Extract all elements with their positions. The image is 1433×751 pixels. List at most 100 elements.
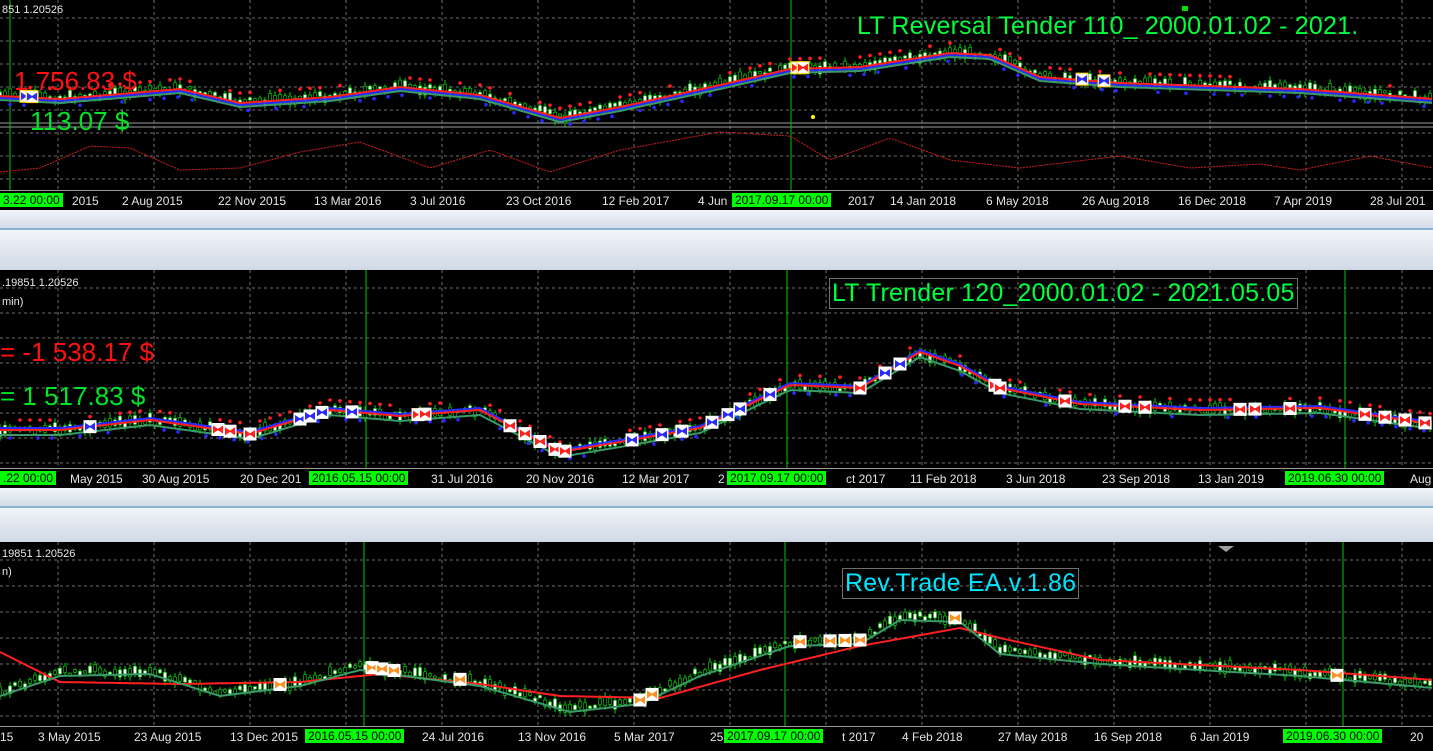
price-candle [908, 52, 912, 60]
price-candle [1018, 649, 1022, 654]
axis-label: 23 Oct 2016 [506, 194, 572, 208]
axis-label: 3 May 2015 [38, 730, 101, 744]
ma-line-fast [0, 52, 1433, 120]
price-candle [888, 616, 892, 625]
price-candle [218, 689, 222, 696]
price-candle [758, 647, 762, 655]
axis-tag: 2016.05.15 00:00 [309, 471, 409, 485]
price-candle [548, 109, 552, 115]
signal-dot [1408, 408, 1412, 413]
axis-label: 30 Aug 2015 [142, 472, 210, 486]
signal-dot [1366, 100, 1370, 104]
axis-tag: 2016.05.15 00:00 [305, 729, 405, 743]
price-candle [73, 669, 77, 673]
signal-dot [628, 428, 632, 433]
chart-panel-2[interactable]: .19851 1.20526 min) LT Trender 120_2000.… [0, 270, 1433, 468]
signal-dot [190, 98, 194, 102]
signal-dot [1228, 74, 1232, 79]
title-marker [1182, 6, 1188, 11]
signal-dot [680, 99, 684, 104]
price-candle [258, 682, 262, 690]
price-candle [538, 695, 542, 699]
signal-dot [1016, 73, 1020, 78]
signal-dot [638, 108, 642, 113]
signal-dot [974, 381, 978, 385]
signal-dot [1408, 426, 1412, 431]
signal-dot [18, 418, 22, 422]
axis-label: 27 May 2018 [998, 730, 1068, 744]
signal-dot [1378, 404, 1382, 409]
signal-dot [1352, 99, 1356, 103]
price-candle [588, 705, 592, 709]
price-candle [733, 74, 737, 82]
price-candle [518, 692, 522, 697]
axis-label: 13 Dec 2015 [230, 730, 299, 744]
axis-label: 20 [1410, 730, 1424, 744]
chart-panel-3[interactable]: 19851 1.20526 n) Rev.Trade EA.v.1.86 [0, 542, 1433, 726]
signal-dot [274, 432, 278, 436]
price-candle [368, 85, 372, 90]
chart-panel-1[interactable]: 851 1.20526 LT Reversal Tender 110_ 2000… [0, 0, 1433, 190]
signal-dot [400, 93, 404, 97]
price-candle [613, 102, 617, 107]
price-candle [903, 55, 907, 59]
axis-label: 5 Mar 2017 [614, 730, 675, 744]
price-candle [253, 98, 257, 102]
timeframe-label: min) [2, 296, 24, 308]
signal-dot [238, 91, 242, 95]
price-candle [223, 689, 227, 693]
signal-dot [1310, 414, 1314, 418]
signal-dot [158, 409, 162, 414]
signal-dot [806, 391, 810, 396]
signal-dot [414, 421, 418, 425]
price-candle [253, 686, 257, 690]
signal-dot [1338, 98, 1342, 102]
signal-dot [1100, 87, 1104, 92]
signal-dot [1226, 415, 1230, 420]
signal-dot [338, 83, 342, 88]
axis-label: 3 Jun 2018 [1006, 472, 1066, 486]
signal-dot [498, 408, 502, 413]
price-candle [578, 700, 582, 708]
signal-dot [1008, 378, 1012, 382]
price-candle [1058, 652, 1062, 658]
price-candle [433, 675, 437, 679]
price-candle [1043, 71, 1047, 76]
signal-dot [260, 436, 264, 441]
signal-dot [428, 78, 432, 82]
signal-dot [1138, 395, 1142, 399]
signal-dot [1324, 415, 1328, 419]
signal-dot [22, 103, 26, 107]
signal-dot [188, 79, 192, 84]
price-candle [618, 101, 622, 107]
price-candle [243, 684, 247, 693]
axis-label: 6 Jan 2019 [1190, 730, 1250, 744]
time-axis-3: 15 3 May 2015 23 Aug 2015 13 Dec 2015 20… [0, 726, 1433, 751]
price-candle [158, 669, 162, 674]
signal-dot [1058, 388, 1062, 392]
signal-dot [680, 437, 684, 441]
axis-label: 31 Jul 2016 [431, 472, 494, 486]
price-candle [1228, 80, 1232, 85]
signal-dot [258, 419, 262, 423]
price-candle [598, 698, 602, 706]
signal-dot [278, 88, 282, 93]
signal-dot [318, 85, 322, 90]
loss-value: 1 756.83 $ [14, 66, 137, 96]
signal-dot [1058, 66, 1062, 71]
price-chart-3[interactable] [0, 542, 1433, 726]
signal-dot [1114, 88, 1118, 93]
price-candle [183, 677, 187, 683]
axis-label: 13 Mar 2016 [314, 194, 382, 208]
signal-dot [736, 416, 740, 420]
signal-dot [268, 416, 272, 420]
signal-dot [498, 426, 502, 431]
signal-dot [898, 48, 902, 53]
axis-label: 28 Jul 201 [1370, 194, 1426, 208]
signal-dot [1098, 69, 1102, 74]
signal-dot [768, 61, 772, 66]
price-candle [558, 113, 562, 117]
price-candle [918, 611, 922, 617]
signal-dot [418, 77, 422, 81]
price-candle [773, 642, 777, 648]
